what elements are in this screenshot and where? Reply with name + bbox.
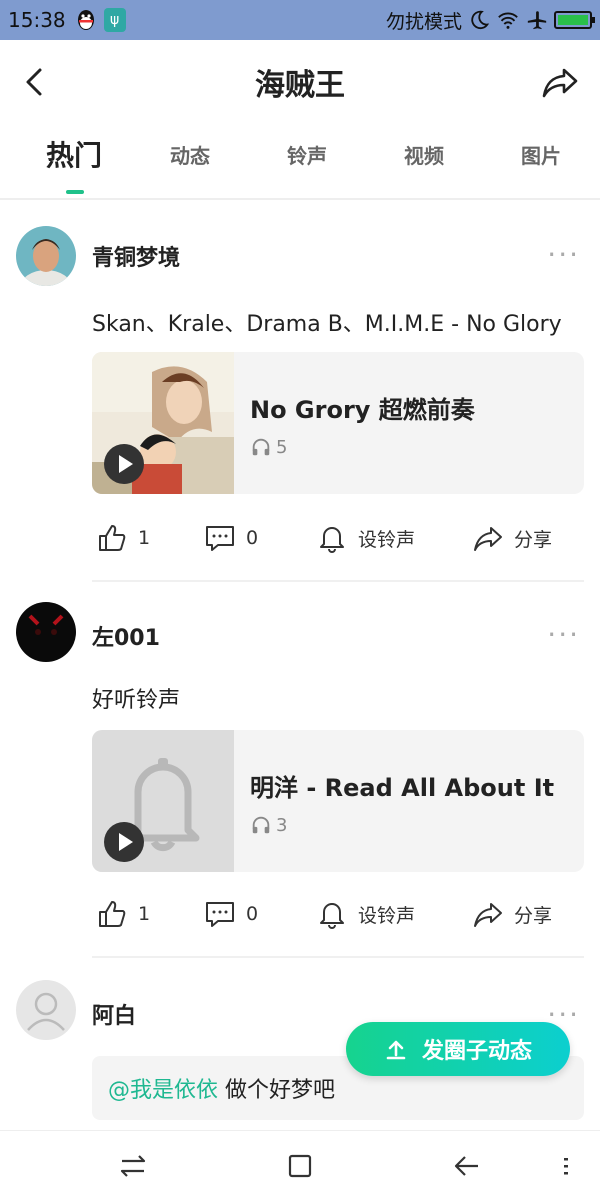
share-button[interactable]: 分享 [472,898,552,930]
username[interactable]: 青铜梦境 [92,240,180,272]
usb-icon: ψ [103,8,126,32]
back-arrow-icon[interactable] [18,62,54,102]
share-icon [474,527,502,551]
more-options-icon[interactable]: ··· [547,238,580,271]
post-text: 好听铃声 [92,688,181,713]
tab-bar: 热门 动态 铃声 视频 图片 [0,130,600,200]
avatar[interactable] [16,980,76,1040]
dnd-mode-label: 勿扰模式 [385,10,462,33]
status-bar: 15:38 ψ 勿扰模式 [0,0,600,40]
tab-hot[interactable]: 热门 [46,134,102,174]
divider [92,956,584,958]
username[interactable]: 阿白 [92,998,136,1030]
airplane-icon [527,11,547,30]
page-title: 海贼王 [255,68,345,103]
set-ringtone-label: 设铃声 [358,528,416,551]
menu-icon[interactable] [556,1149,576,1183]
share-icon[interactable] [540,62,580,102]
play-button[interactable] [104,822,144,862]
moon-icon [471,10,490,30]
share-label: 分享 [514,528,553,551]
post-actions: 1 0 设铃声 分享 [92,522,584,562]
ringtone-title: No Grory 超燃前奏 [250,396,475,424]
headphones-icon [252,438,270,456]
thumbs-up-icon [99,525,126,551]
like-count: 1 [138,903,151,925]
comment-button[interactable]: 0 [204,898,258,930]
play-count-value: 3 [276,814,288,836]
like-button[interactable]: 1 [96,522,150,554]
avatar[interactable] [16,226,76,286]
divider [92,580,584,582]
post-update-label: 发圈子动态 [421,1039,532,1064]
active-tab-indicator [66,190,84,194]
ringtone-title: 明洋 - Read All About It [250,774,555,802]
play-count: 5 [250,436,287,458]
back-icon[interactable] [450,1149,484,1183]
share-button[interactable]: 分享 [472,522,552,554]
comment-button[interactable]: 0 [204,522,258,554]
post-actions: 1 0 设铃声 分享 [92,898,584,938]
post-text: Skan、Krale、Drama B、M.I.M.E - No Glory [92,312,562,337]
post-update-button[interactable]: 发圈子动态 [346,1022,570,1076]
play-count: 3 [250,814,287,836]
tab-updates[interactable]: 动态 [170,140,210,169]
play-count-value: 5 [276,436,288,458]
tab-images[interactable]: 图片 [521,140,561,169]
play-button[interactable] [104,444,144,484]
set-ringtone-button[interactable]: 设铃声 [316,898,415,930]
share-icon [474,903,502,927]
switch-apps-icon[interactable] [116,1149,150,1183]
upload-icon [386,1040,406,1060]
bell-icon [320,903,344,929]
username[interactable]: 左001 [92,620,160,652]
set-ringtone-label: 设铃声 [358,904,416,927]
set-ringtone-button[interactable]: 设铃声 [316,522,415,554]
mention-link[interactable]: @我是依依 [108,1078,218,1103]
comment-count: 0 [246,903,259,925]
tab-ringtones[interactable]: 铃声 [287,140,327,169]
battery-icon [554,11,595,29]
share-label: 分享 [514,904,553,927]
like-button[interactable]: 1 [96,898,150,930]
thumbs-up-icon [99,901,126,927]
title-bar: 海贼王 [0,40,600,124]
tab-videos[interactable]: 视频 [404,140,444,169]
bell-icon [320,527,344,553]
system-nav-bar [0,1130,600,1200]
comment-icon [206,902,234,927]
comment-icon [206,526,234,551]
more-options-icon[interactable]: ··· [547,618,580,651]
like-count: 1 [138,527,151,549]
status-time: 15:38 [8,8,66,32]
ringtone-card[interactable]: 明洋 - Read All About It 3 [92,730,584,872]
home-icon[interactable] [283,1149,317,1183]
headphones-icon [252,816,270,834]
qq-icon [77,10,94,30]
ringtone-card[interactable]: No Grory 超燃前奏 5 [92,352,584,494]
avatar[interactable] [16,602,76,662]
comment-count: 0 [246,527,259,549]
post-text: 做个好梦吧 [218,1078,336,1103]
wifi-icon [498,12,518,29]
